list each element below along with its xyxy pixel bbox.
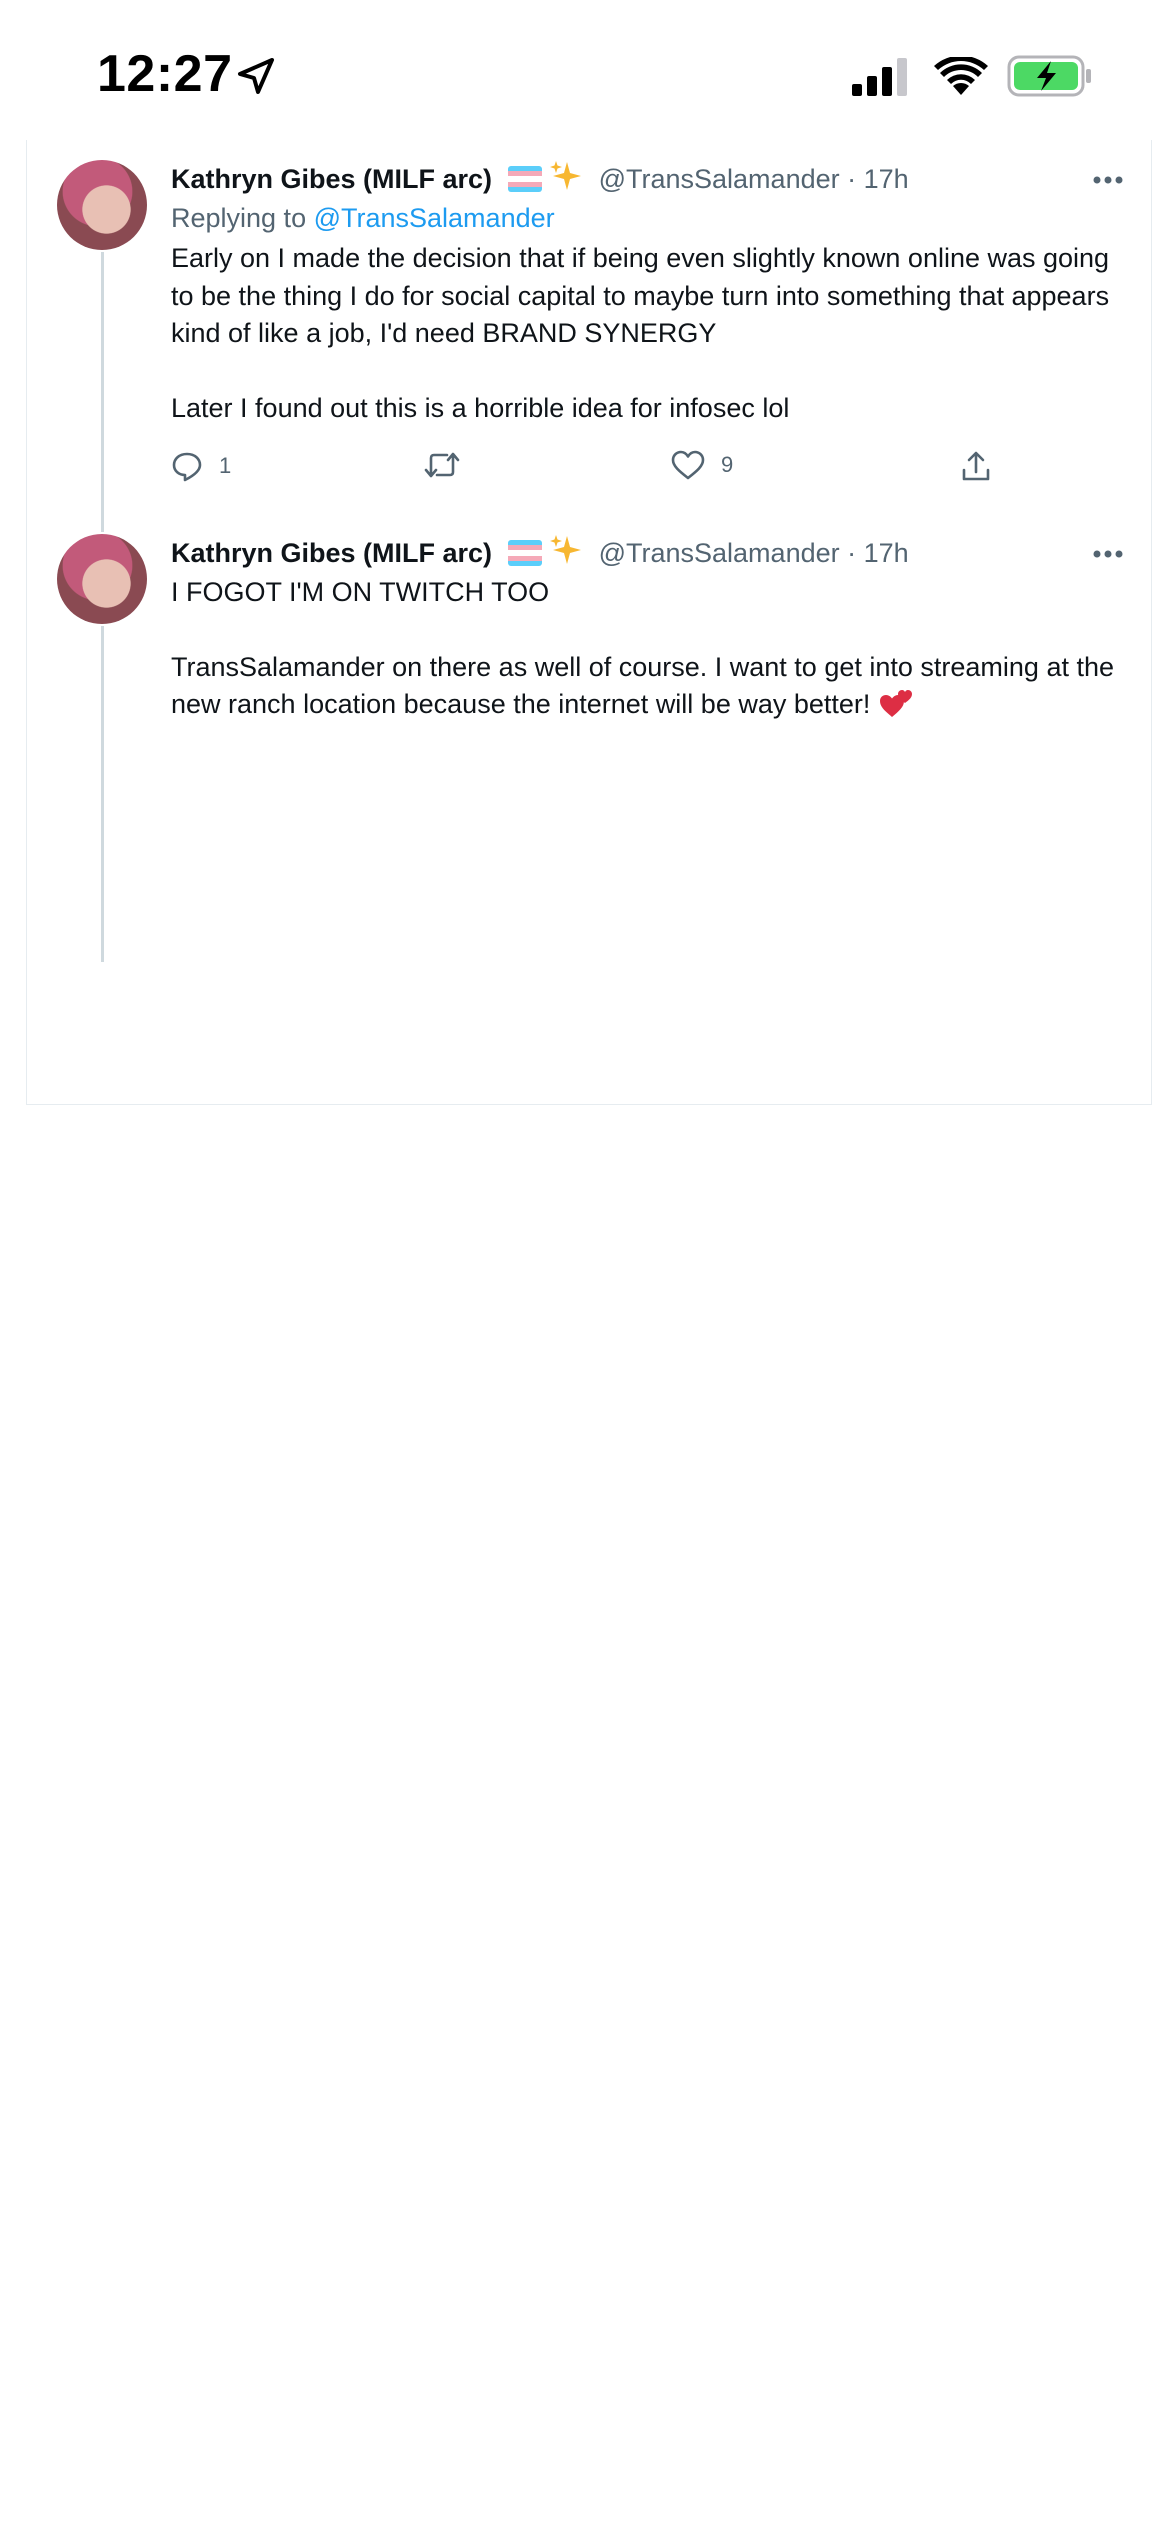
tweet-time[interactable]: · 17h (840, 164, 909, 194)
reply-icon (172, 452, 202, 482)
share-tweet-button[interactable] (961, 450, 991, 482)
sparkles-icon (550, 161, 582, 190)
tweet-paragraph: Later I found out this is a horrible ide… (171, 392, 790, 423)
signal-bars-icon (852, 58, 907, 96)
status-bar: 12:27 (0, 0, 1170, 150)
transgender-flag-icon (507, 166, 542, 192)
avatar[interactable] (57, 160, 147, 250)
wifi-icon (934, 57, 988, 95)
display-name[interactable]: Kathryn Gibes (MILF arc) (171, 538, 492, 568)
tweet-thread-embed: Kathryn Gibes (MILF arc) @TransSalamande… (26, 140, 1152, 1105)
heart-icon (671, 450, 705, 480)
status-time: 12:27 (97, 45, 233, 103)
tweet-text: Early on I made the decision that if bei… (171, 240, 1131, 427)
more-options-icon[interactable] (1093, 550, 1123, 558)
tweet-time[interactable]: · 17h (840, 538, 909, 568)
reply-button[interactable]: 1 (171, 450, 231, 482)
retweet-button[interactable] (423, 450, 477, 480)
share-icon (962, 451, 990, 481)
display-name[interactable]: Kathryn Gibes (MILF arc) (171, 164, 492, 194)
thread-line (101, 626, 104, 962)
avatar[interactable] (57, 534, 147, 624)
tweet-paragraph: Early on I made the decision that if bei… (171, 243, 1110, 348)
tweet-header: Kathryn Gibes (MILF arc) @TransSalamande… (171, 160, 909, 197)
retweet-icon (424, 452, 460, 478)
reply-count: 1 (219, 453, 232, 478)
more-options-icon[interactable] (1093, 176, 1123, 184)
user-handle[interactable]: @TransSalamander (599, 538, 840, 568)
tweet-actions (171, 634, 1011, 674)
replying-to-handle-link[interactable]: @TransSalamander (314, 203, 555, 233)
replying-to-label: Replying to (171, 203, 314, 233)
thread-line (101, 252, 104, 532)
location-arrow-icon (238, 58, 274, 94)
tweet-header: Kathryn Gibes (MILF arc) @TransSalamande… (171, 534, 909, 571)
two-hearts-icon (879, 690, 912, 717)
replying-to: Replying to @TransSalamander (171, 200, 555, 236)
like-count: 9 (721, 452, 734, 477)
tweet-actions: 1 9 (171, 450, 1011, 490)
battery-charging-icon (1007, 55, 1091, 97)
like-button[interactable]: 9 (671, 450, 733, 480)
transgender-flag-icon (507, 540, 542, 566)
user-handle[interactable]: @TransSalamander (599, 164, 840, 194)
sparkles-icon (550, 535, 582, 564)
